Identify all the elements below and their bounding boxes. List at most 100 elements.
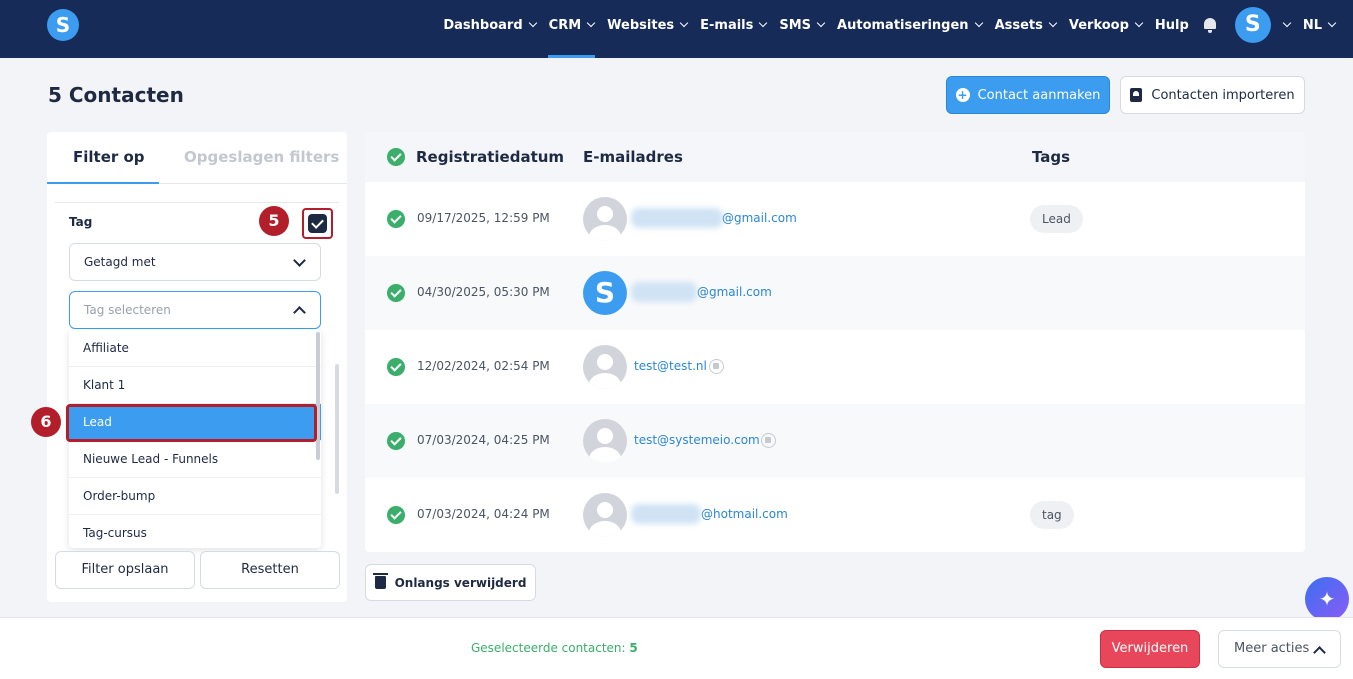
nav-sms-label: SMS bbox=[779, 17, 812, 33]
avatar bbox=[583, 345, 627, 389]
chevron-up-icon bbox=[293, 306, 306, 319]
column-header-tags: Tags bbox=[1032, 148, 1071, 166]
registration-date: 04/30/2025, 05:30 PM bbox=[417, 285, 550, 299]
blurred-email-part bbox=[631, 208, 723, 228]
more-actions-button[interactable]: Meer acties bbox=[1218, 630, 1341, 668]
nav-automations-label: Automatiseringen bbox=[837, 17, 969, 33]
table-row[interactable]: 07/03/2024, 04:25 PM test@systemeio.com bbox=[365, 404, 1305, 478]
table-row[interactable]: 07/03/2024, 04:24 PM @hotmail.com tag bbox=[365, 478, 1305, 552]
tag-option-nieuwe-lead-funnels[interactable]: Nieuwe Lead - Funnels bbox=[69, 441, 321, 478]
create-contact-button[interactable]: + Contact aanmaken bbox=[946, 76, 1110, 114]
chevron-down-icon bbox=[1282, 18, 1292, 28]
tag-condition-select[interactable]: Getagd met bbox=[69, 243, 321, 281]
bulk-action-bar: Geselecteerde contacten: 5 Verwijderen M… bbox=[0, 617, 1353, 679]
recently-deleted-label: Onlangs verwijderd bbox=[394, 575, 527, 590]
sparkle-icon[interactable]: ✦ bbox=[1305, 577, 1349, 621]
tag-option-klant-1[interactable]: Klant 1 bbox=[69, 367, 321, 404]
table-row[interactable]: 09/17/2025, 12:59 PM @gmail.com Lead bbox=[365, 182, 1305, 256]
contact-card-icon bbox=[1130, 88, 1143, 102]
nav-websites[interactable]: Websites bbox=[607, 0, 689, 50]
chevron-down-icon bbox=[1134, 18, 1144, 28]
table-row[interactable]: 12/02/2024, 02:54 PM test@test.nl bbox=[365, 330, 1305, 404]
page-title: 5 Contacten bbox=[48, 83, 184, 107]
selected-contacts-status: Geselecteerde contacten: 5 bbox=[471, 641, 638, 655]
row-checkbox[interactable] bbox=[387, 358, 405, 376]
tag-option-order-bump[interactable]: Order-bump bbox=[69, 478, 321, 515]
step-marker-6: 6 bbox=[31, 407, 61, 437]
language-selector[interactable]: NL bbox=[1302, 0, 1337, 50]
tag-search-placeholder: Tag selecteren bbox=[84, 303, 171, 317]
main-nav: Dashboard CRM Websites E-mails SMS Autom… bbox=[430, 0, 1337, 58]
checkmark-icon bbox=[308, 214, 327, 233]
nav-dashboard-label: Dashboard bbox=[443, 17, 523, 33]
import-contacts-button[interactable]: Contacten importeren bbox=[1120, 76, 1305, 114]
row-checkbox[interactable] bbox=[387, 210, 405, 228]
import-contacts-label: Contacten importeren bbox=[1151, 87, 1295, 103]
tag-option-tag-cursus[interactable]: Tag-cursus bbox=[69, 515, 321, 548]
chevron-down-icon bbox=[586, 18, 596, 28]
avatar: S bbox=[583, 271, 627, 315]
avatar bbox=[583, 493, 627, 537]
active-tab-indicator bbox=[47, 182, 159, 184]
reset-filter-button[interactable]: Resetten bbox=[200, 551, 340, 589]
save-filter-button[interactable]: Filter opslaan bbox=[55, 551, 195, 589]
step-marker-5: 5 bbox=[259, 206, 289, 236]
avatar-menu-toggle[interactable] bbox=[1277, 0, 1292, 50]
create-contact-label: Contact aanmaken bbox=[977, 87, 1101, 103]
table-row[interactable]: 04/30/2025, 05:30 PM S @gmail.com bbox=[365, 256, 1305, 330]
tab-saved-filters[interactable]: Opgeslagen filters bbox=[184, 148, 339, 166]
nav-crm-label: CRM bbox=[548, 17, 582, 33]
avatar bbox=[583, 419, 627, 463]
registration-date: 09/17/2025, 12:59 PM bbox=[417, 211, 550, 225]
tag-filter-checkbox[interactable] bbox=[302, 208, 333, 239]
registration-date: 12/02/2024, 02:54 PM bbox=[417, 359, 550, 373]
column-header-date[interactable]: Registratiedatum bbox=[416, 148, 564, 166]
contact-email[interactable]: test@systemeio.com bbox=[634, 433, 760, 447]
filter-tabs: Filter op Opgeslagen filters bbox=[47, 132, 347, 184]
row-checkbox[interactable] bbox=[387, 432, 405, 450]
nav-assets[interactable]: Assets bbox=[995, 0, 1058, 50]
tag-filter-label: Tag bbox=[69, 215, 93, 229]
tag-search-input[interactable]: Tag selecteren bbox=[69, 291, 321, 329]
contact-email[interactable]: test@test.nl bbox=[634, 359, 707, 373]
more-actions-label: Meer acties bbox=[1234, 641, 1310, 656]
nav-sales[interactable]: Verkoop bbox=[1068, 0, 1144, 50]
filter-panel-scrollbar[interactable] bbox=[335, 364, 339, 494]
tag-condition-value: Getagd met bbox=[84, 255, 156, 269]
tab-filter[interactable]: Filter op bbox=[73, 148, 145, 166]
nav-crm[interactable]: CRM bbox=[547, 0, 596, 58]
row-checkbox[interactable] bbox=[387, 506, 405, 524]
blurred-email-part bbox=[631, 504, 701, 524]
language-label: NL bbox=[1302, 17, 1322, 33]
chevron-down-icon bbox=[679, 18, 689, 28]
row-checkbox[interactable] bbox=[387, 284, 405, 302]
select-all-checkbox[interactable] bbox=[387, 148, 405, 166]
bell-icon[interactable] bbox=[1203, 17, 1217, 33]
dropdown-scrollbar[interactable] bbox=[316, 332, 320, 460]
contacts-table: Registratiedatum E-mailadres Tags 09/17/… bbox=[365, 132, 1305, 552]
unsubscribed-icon bbox=[761, 433, 776, 448]
unsubscribed-icon bbox=[709, 359, 724, 374]
blurred-email-part bbox=[631, 282, 697, 302]
nav-sms[interactable]: SMS bbox=[779, 0, 826, 50]
user-avatar[interactable]: S bbox=[1234, 7, 1271, 43]
contact-email[interactable]: @gmail.com bbox=[697, 285, 772, 299]
chevron-up-icon bbox=[1313, 646, 1326, 659]
tag-option-affiliate[interactable]: Affiliate bbox=[69, 330, 321, 367]
chevron-down-icon bbox=[528, 18, 537, 28]
tag-pill: tag bbox=[1030, 501, 1074, 529]
selected-contacts-count: 5 bbox=[629, 641, 638, 655]
app-logo[interactable]: S bbox=[47, 9, 79, 41]
top-navbar: S Dashboard CRM Websites E-mails SMS Aut… bbox=[0, 0, 1353, 58]
nav-sales-label: Verkoop bbox=[1068, 17, 1129, 33]
contact-email[interactable]: @gmail.com bbox=[722, 211, 797, 225]
nav-help[interactable]: Hulp bbox=[1155, 0, 1189, 50]
lead-highlight-outline bbox=[66, 404, 317, 442]
chevron-down-icon bbox=[816, 18, 826, 28]
recently-deleted-button[interactable]: Onlangs verwijderd bbox=[365, 564, 536, 601]
nav-dashboard[interactable]: Dashboard bbox=[443, 0, 537, 50]
nav-automations[interactable]: Automatiseringen bbox=[837, 0, 983, 50]
nav-emails[interactable]: E-mails bbox=[700, 0, 768, 50]
delete-button[interactable]: Verwijderen bbox=[1100, 630, 1200, 668]
contact-email[interactable]: @hotmail.com bbox=[701, 507, 788, 521]
